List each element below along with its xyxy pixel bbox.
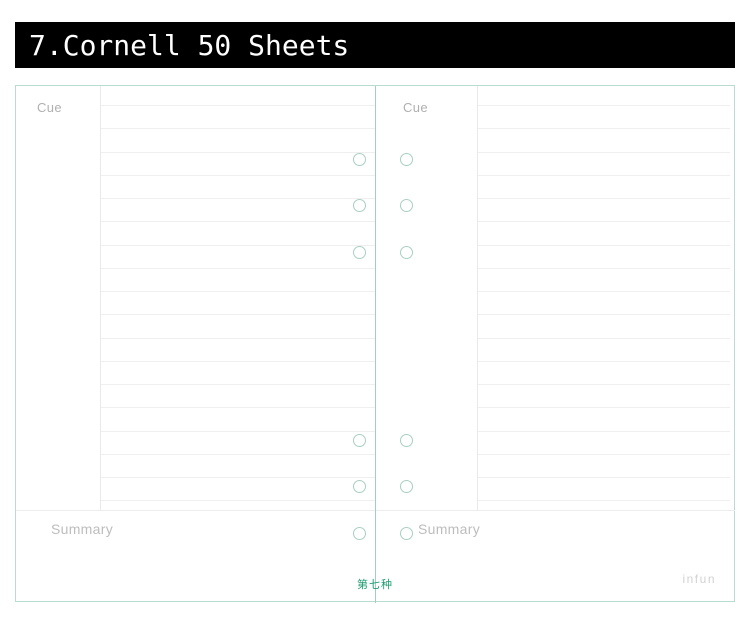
- ruled-line: [478, 361, 730, 362]
- ruled-line: [101, 291, 376, 292]
- ruled-line: [478, 152, 730, 153]
- brand-logo: infun: [682, 572, 716, 586]
- ruled-line: [101, 361, 376, 362]
- cue-label-right: Cue: [403, 100, 429, 115]
- binder-hole: [353, 527, 366, 540]
- center-gutter-line: [375, 86, 376, 603]
- ruled-line: [478, 454, 730, 455]
- ruled-line: [478, 384, 730, 385]
- ruled-line: [101, 314, 376, 315]
- edition-mark: 第七种: [357, 578, 393, 591]
- ruled-line: [478, 105, 730, 106]
- ruled-line: [101, 175, 376, 176]
- binder-hole: [353, 480, 366, 493]
- page-title: 7.Cornell 50 Sheets: [29, 28, 350, 62]
- ruled-line: [101, 407, 376, 408]
- ruled-line: [478, 407, 730, 408]
- ruled-line: [101, 454, 376, 455]
- ruled-line: [478, 431, 730, 432]
- summary-label-left: Summary: [51, 521, 113, 537]
- ruled-line: [101, 500, 376, 501]
- binder-hole: [400, 480, 413, 493]
- binder-hole: [353, 199, 366, 212]
- ruled-line: [101, 431, 376, 432]
- binder-hole: [353, 246, 366, 259]
- summary-separator-right: [376, 510, 735, 511]
- ruled-line: [478, 128, 730, 129]
- ruled-line: [101, 152, 376, 153]
- ruled-line: [101, 105, 376, 106]
- binder-hole: [353, 153, 366, 166]
- notebook-page-left: Cue Summary: [16, 86, 376, 601]
- binder-hole: [400, 199, 413, 212]
- cue-label-left: Cue: [37, 100, 63, 115]
- ruled-line: [101, 198, 376, 199]
- ruled-line: [478, 268, 730, 269]
- summary-separator-left: [16, 510, 376, 511]
- ruled-line: [478, 245, 730, 246]
- notebook-page-right: Cue Summary: [376, 86, 735, 601]
- cue-column-divider-right: [477, 86, 478, 511]
- ruled-line: [101, 128, 376, 129]
- ruled-line: [478, 198, 730, 199]
- binder-hole: [353, 434, 366, 447]
- ruled-line: [101, 268, 376, 269]
- ruled-line: [478, 500, 730, 501]
- cue-column-divider-left: [100, 86, 101, 511]
- ruled-line: [101, 338, 376, 339]
- binder-hole: [400, 527, 413, 540]
- ruled-line: [478, 338, 730, 339]
- title-bar: 7.Cornell 50 Sheets: [15, 22, 735, 68]
- ruled-line: [101, 477, 376, 478]
- ruled-line: [101, 245, 376, 246]
- binder-hole: [400, 246, 413, 259]
- cornell-notebook-spread: Cue Summary Cue Summary 第七种 infun: [15, 85, 735, 603]
- ruled-line: [478, 291, 730, 292]
- binder-hole: [400, 434, 413, 447]
- binder-hole: [400, 153, 413, 166]
- ruled-line: [478, 477, 730, 478]
- summary-label-right: Summary: [418, 521, 480, 537]
- ruled-line: [101, 221, 376, 222]
- ruled-line: [101, 384, 376, 385]
- ruled-line: [478, 314, 730, 315]
- ruled-line: [478, 221, 730, 222]
- ruled-line: [478, 175, 730, 176]
